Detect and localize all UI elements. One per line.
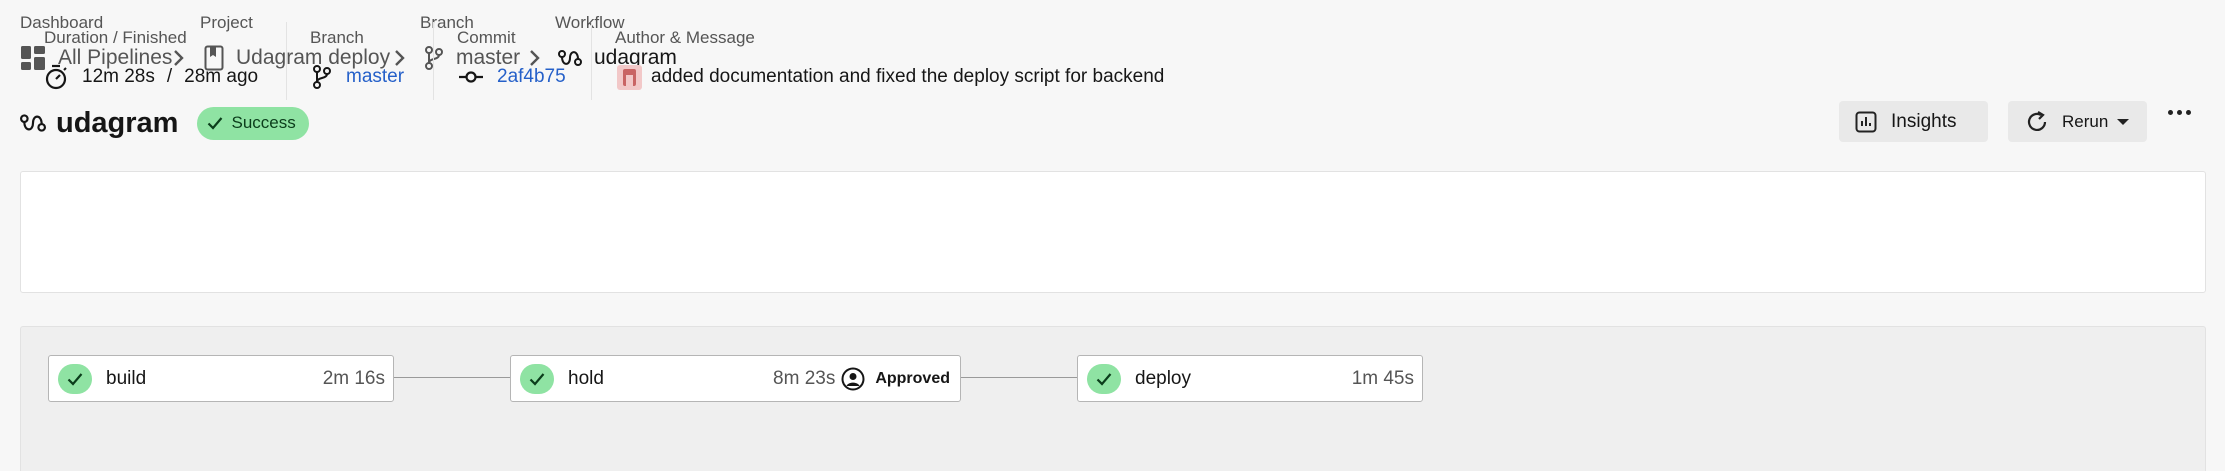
workflow-summary-card (20, 171, 2206, 293)
duration-value: 12m 28s / 28m ago (44, 62, 258, 92)
insights-button[interactable]: Insights (1839, 101, 1988, 142)
job-connector (961, 377, 1077, 378)
job-name: hold (568, 367, 604, 389)
timer-icon (44, 64, 68, 90)
status-text: Success (231, 113, 296, 132)
commit-icon (459, 70, 483, 84)
duration-separator: / (166, 66, 173, 87)
branch-icon (424, 45, 444, 71)
commit-label: Commit (457, 28, 516, 47)
job-name: build (106, 367, 147, 389)
status-badge: Success (197, 106, 309, 140)
commit-link[interactable]: 2af4b75 (497, 66, 566, 88)
job-connector (394, 377, 512, 378)
approval-status: Approved (841, 367, 950, 391)
approval-text: Approved (875, 369, 950, 387)
check-icon (207, 116, 223, 130)
divider (286, 22, 287, 100)
divider (591, 22, 592, 100)
commit-message: added documentation and fixed the deploy… (651, 66, 1165, 87)
branch-value: master (312, 62, 404, 92)
job-hold[interactable]: hold 8m 23s Approved (510, 355, 961, 402)
job-duration: 1m 45s (1351, 367, 1414, 389)
branch-icon (312, 64, 332, 90)
author-message-value: added documentation and fixed the deploy… (617, 62, 1164, 92)
success-check-icon (58, 363, 92, 394)
divider (433, 22, 434, 100)
avatar[interactable] (617, 64, 642, 90)
page-header: udagram Success (20, 102, 309, 144)
rerun-label: Rerun (2062, 111, 2109, 131)
rerun-button[interactable]: Rerun (2008, 101, 2147, 142)
author-message-label: Author & Message (615, 28, 755, 47)
job-build[interactable]: build 2m 16s (48, 355, 394, 402)
job-duration: 8m 23s (773, 367, 836, 389)
branch-label: Branch (310, 28, 364, 47)
finished-text: 28m ago (184, 66, 259, 87)
more-options-icon[interactable] (2168, 110, 2191, 115)
user-circle-icon (841, 367, 865, 391)
breadcrumb-project-label: Project (200, 13, 253, 32)
caret-down-icon (2117, 118, 2130, 125)
duration-text: 12m 28s (82, 66, 155, 87)
workflow-icon (20, 112, 46, 134)
commit-value: 2af4b75 (459, 62, 566, 92)
success-check-icon (1087, 363, 1121, 394)
success-check-icon (520, 363, 554, 394)
job-deploy[interactable]: deploy 1m 45s (1077, 355, 1423, 402)
duration-label: Duration / Finished (44, 28, 187, 47)
job-duration: 2m 16s (322, 367, 385, 389)
page-title: udagram (56, 106, 179, 139)
insights-label: Insights (1891, 110, 1957, 132)
rerun-icon (2024, 109, 2050, 135)
branch-link[interactable]: master (346, 66, 404, 88)
job-name: deploy (1135, 367, 1191, 389)
insights-icon (1855, 111, 1877, 133)
dashboard-icon (20, 45, 46, 71)
